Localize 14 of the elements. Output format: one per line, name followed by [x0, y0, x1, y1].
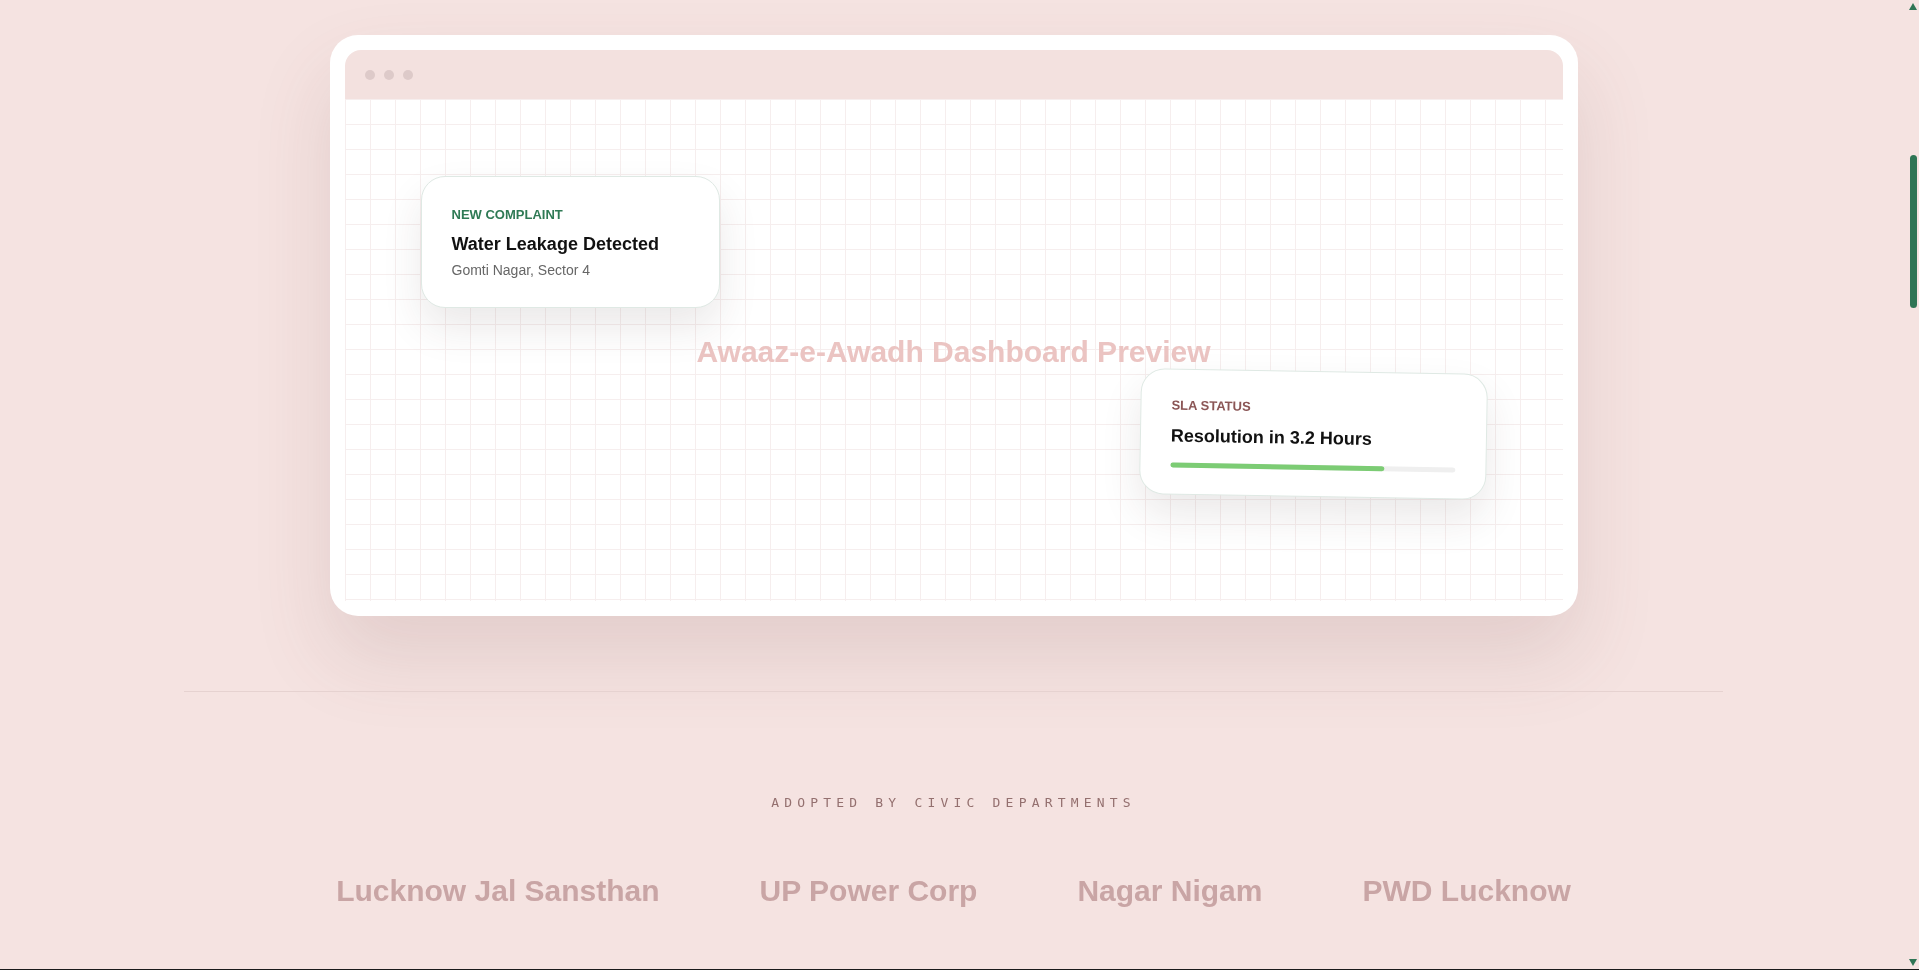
scroll-up-arrow-icon[interactable]	[1909, 3, 1917, 10]
card-tag: NEW COMPLAINT	[451, 207, 689, 223]
partner-name: Nagar Nigam	[1077, 873, 1263, 909]
card-location: Gomti Nagar, Sector 4	[451, 261, 591, 280]
partner-name: UP Power Corp	[759, 873, 978, 909]
partner-name: Lucknow Jal Sansthan	[336, 873, 660, 909]
card-tag: SLA STATUS	[1170, 397, 1457, 419]
scroll-down-arrow-icon[interactable]	[1909, 959, 1917, 966]
partners-heading: ADOPTED BY CIVIC DEPARTMENTS	[771, 795, 1136, 811]
scrollbar-thumb[interactable]	[1909, 155, 1917, 308]
preview-title: Awaaz-e-Awadh Dashboard Preview	[696, 333, 1211, 370]
card-title: Resolution in 3.2 Hours	[1170, 424, 1373, 451]
partner-name: PWD Lucknow	[1362, 873, 1571, 909]
card-title: Water Leakage Detected	[451, 233, 660, 256]
